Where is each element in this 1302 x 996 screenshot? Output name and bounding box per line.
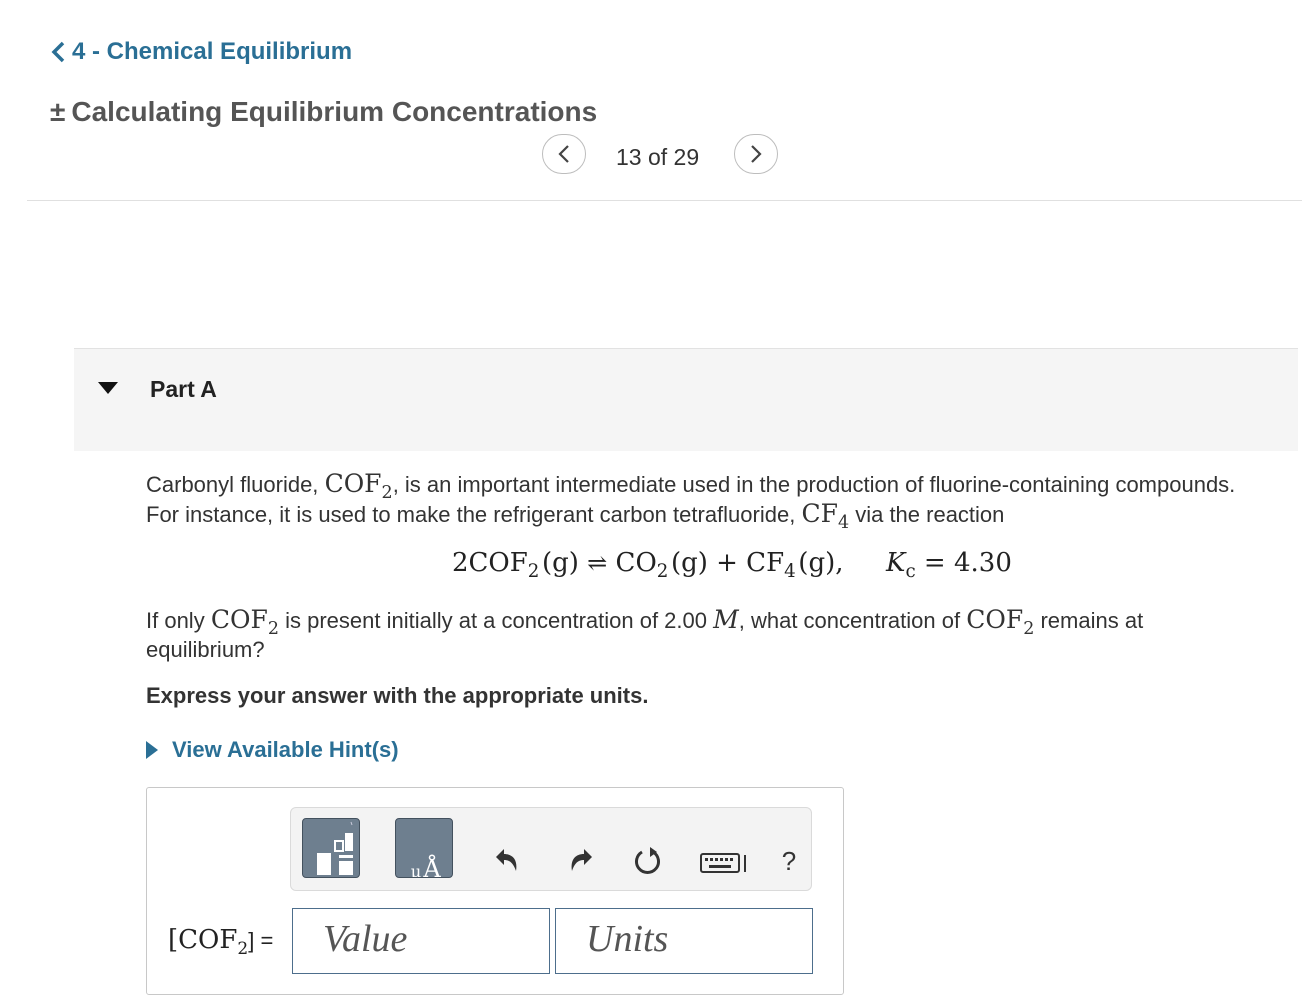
chapter-link-label: 4 - Chemical Equilibrium xyxy=(72,38,353,65)
help-button[interactable]: ? xyxy=(776,845,802,877)
svg-text:Å: Å xyxy=(422,854,441,878)
previous-item-button[interactable] xyxy=(542,134,586,174)
keyboard-button[interactable] xyxy=(700,850,750,876)
question-paragraph-1: Carbonyl fluoride, COF2, is an important… xyxy=(146,469,1256,533)
units-input[interactable]: Units xyxy=(555,908,813,974)
question-text: Carbonyl fluoride, xyxy=(146,472,319,497)
keyboard-icon xyxy=(700,853,746,873)
undo-button[interactable] xyxy=(490,844,522,876)
math-toolbar xyxy=(290,807,812,891)
part-header[interactable] xyxy=(74,348,1298,451)
page-title: ± Calculating Equilibrium Concentrations xyxy=(50,96,597,128)
view-hints-label: View Available Hint(s) xyxy=(172,737,399,762)
redo-icon xyxy=(571,849,592,871)
answer-instruction: Express your answer with the appropriate… xyxy=(146,683,649,708)
value-input[interactable]: Value xyxy=(292,908,550,974)
undo-icon xyxy=(496,849,517,871)
formula-cf4: CF4 xyxy=(801,499,850,533)
formula-cof2: COF2 xyxy=(210,605,279,639)
answer-label: [COF2] = xyxy=(168,925,274,959)
redo-button[interactable] xyxy=(566,844,598,876)
svg-text:μ: μ xyxy=(411,862,421,878)
formula-cof2: COF2 xyxy=(966,605,1035,639)
chevron-left-icon xyxy=(51,41,65,63)
plus-minus-icon: ± xyxy=(50,96,66,127)
reset-button[interactable] xyxy=(632,845,664,877)
molarity-unit: M xyxy=(713,605,739,634)
caret-right-icon xyxy=(146,741,158,759)
chapter-back-link[interactable]: 4 - Chemical Equilibrium xyxy=(50,38,352,66)
units-button[interactable]: Å μ xyxy=(395,818,453,878)
formula-cof2: COF2 xyxy=(324,469,393,503)
reset-icon xyxy=(635,847,660,874)
units-icon: Å μ xyxy=(411,854,442,878)
section-title-text: Calculating Equilibrium Concentrations xyxy=(71,96,598,127)
view-hints-link[interactable]: View Available Hint(s) xyxy=(146,737,399,763)
chevron-right-icon xyxy=(751,145,762,163)
part-label: Part A xyxy=(150,376,217,402)
next-item-button[interactable] xyxy=(734,134,778,174)
header-divider xyxy=(27,200,1302,201)
question-text: If only xyxy=(146,608,205,633)
templates-button[interactable] xyxy=(302,818,360,878)
template-icon xyxy=(317,821,353,875)
item-counter: 13 of 29 xyxy=(616,144,700,170)
reaction-equation: 2COF2 (g) ⇌ CO2 (g) + CF4 (g), Kc = 4.30 xyxy=(452,548,1012,583)
caret-down-icon[interactable] xyxy=(98,382,118,396)
question-text: , what concentration of xyxy=(738,608,961,633)
question-text: via the reaction xyxy=(855,502,1005,527)
question-paragraph-2: If only COF2 is present initially at a c… xyxy=(146,605,1236,664)
chevron-left-icon xyxy=(558,145,569,163)
question-text: is present initially at a concentration … xyxy=(285,608,707,633)
